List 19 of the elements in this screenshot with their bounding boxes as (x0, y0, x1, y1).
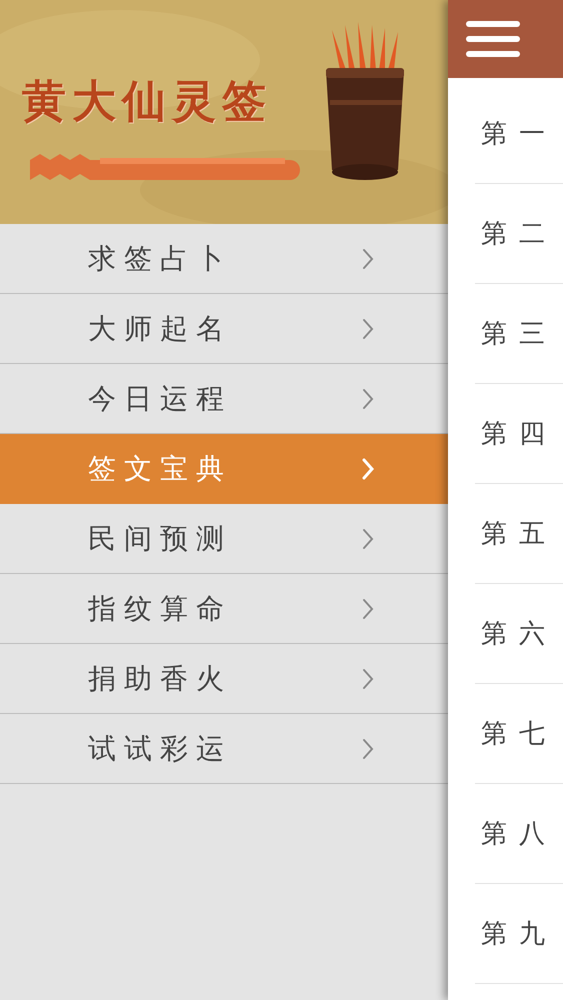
chevron-icon (362, 458, 374, 480)
chevron-icon (362, 248, 374, 270)
menu-icon[interactable] (466, 21, 520, 57)
chevron-icon (362, 388, 374, 410)
list-item[interactable]: 第四 (475, 416, 557, 451)
list-item[interactable]: 第五 (475, 516, 557, 551)
list-item[interactable]: 第一 (475, 116, 557, 151)
chevron-icon (362, 598, 374, 620)
chevron-icon (362, 528, 374, 550)
list-item[interactable]: 第九 (475, 916, 557, 951)
chevron-icon (362, 318, 374, 340)
list-item[interactable]: 第六 (475, 616, 557, 651)
chevron-icon (362, 738, 374, 760)
app-title: 黄大仙灵签 (22, 75, 272, 129)
list-item[interactable]: 第八 (475, 816, 557, 851)
list-item[interactable]: 第七 (475, 716, 557, 751)
list-item[interactable]: 第三 (475, 316, 557, 351)
list-item[interactable]: 第二 (475, 216, 557, 251)
chevron-icon (362, 668, 374, 690)
